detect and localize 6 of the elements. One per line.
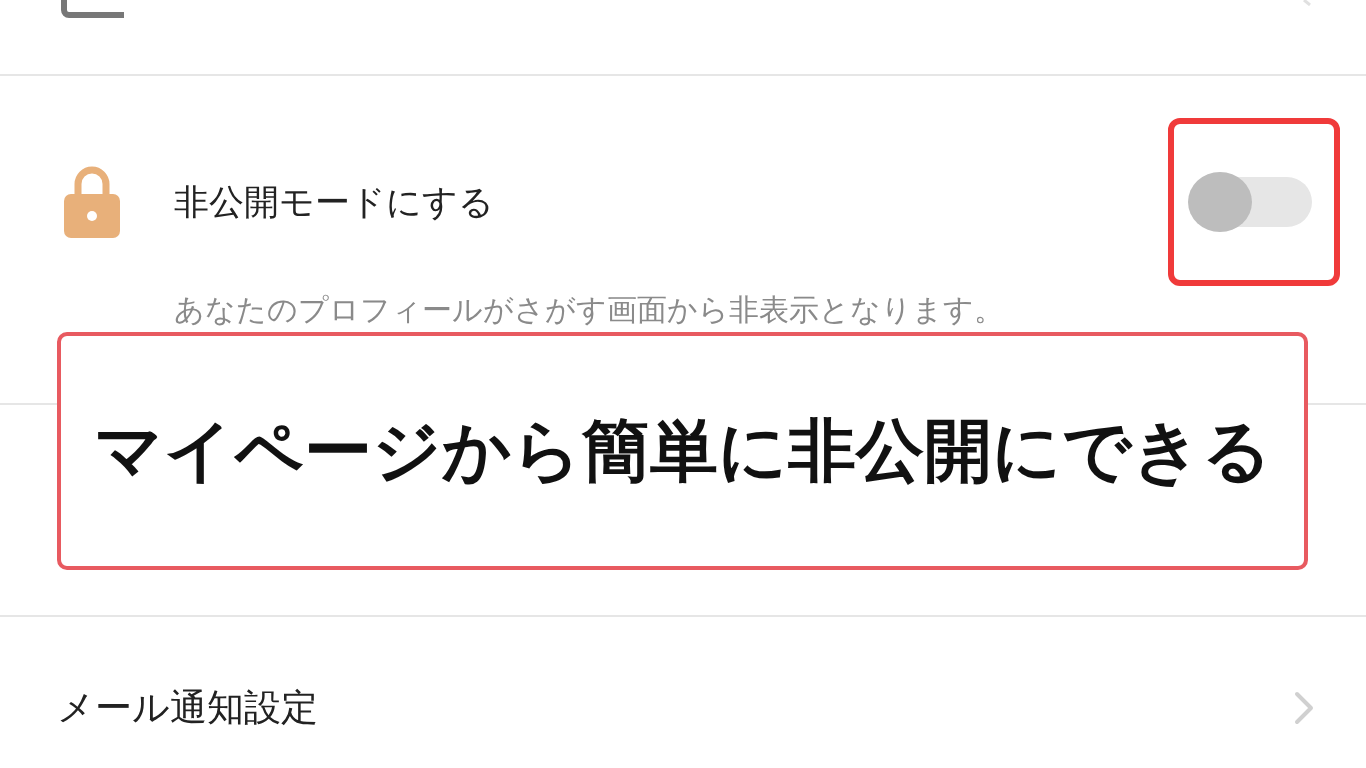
annotation-text: マイページから簡単に非公開にできる xyxy=(93,409,1272,492)
toggle-switch[interactable] xyxy=(1188,172,1312,232)
lock-icon xyxy=(64,166,120,238)
settings-row[interactable]: メール通知設定 xyxy=(0,617,1366,768)
setting-title: 非公開モードにする xyxy=(174,180,495,224)
setting-description: あなたのプロフィールがさがす画面から非表示となります。 xyxy=(174,291,1005,329)
